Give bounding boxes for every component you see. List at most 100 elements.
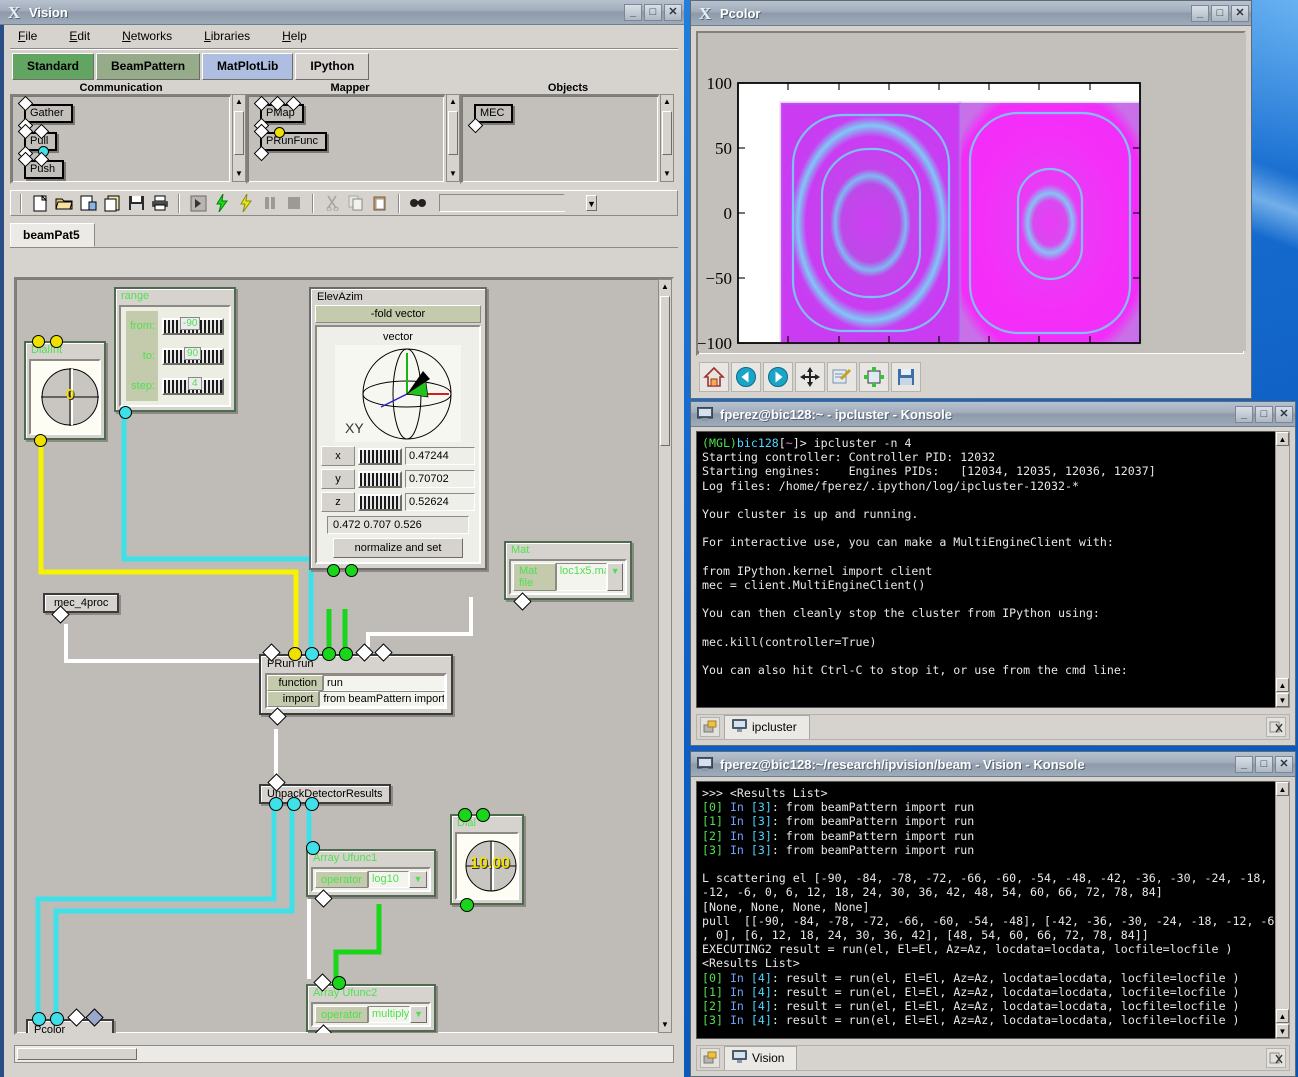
back-arrow-icon[interactable] [731,362,761,392]
konsole1-close-button[interactable]: ✕ [1275,405,1293,423]
new-icon[interactable] [29,193,51,214]
toolbar-search-input[interactable] [440,195,586,211]
prun-function-value[interactable]: run [323,675,445,691]
network-canvas[interactable]: DialInt 0 range from: to: step: -90 90 4… [14,277,674,1035]
vision-maximize-button[interactable]: □ [644,3,662,21]
network-vertical-scrollbar[interactable]: ▲ ▼ [658,279,672,1033]
pcolor-minimize-button[interactable]: _ [1191,4,1209,22]
scroll-up-arrow[interactable]: ▲ [448,96,458,108]
scroll-thumb[interactable] [662,111,672,155]
toolbar-search-combo[interactable]: ▼ [439,194,597,212]
konsole2-close-button[interactable]: ✕ [1275,755,1293,773]
scroll-up-arrow[interactable]: ▲ [1276,432,1289,446]
konsole2-tab-vision[interactable]: Vision [724,1046,798,1070]
menu-help[interactable]: Help [282,29,307,43]
tab-matplotlib[interactable]: MatPlotLib [202,53,294,80]
close-session-icon[interactable] [1266,717,1286,737]
library-node-pmap[interactable]: PMap [253,95,304,134]
konsole1-maximize-button[interactable]: □ [1255,405,1273,423]
range-step-slider[interactable]: 4 [162,376,224,395]
home-icon[interactable] [699,362,729,392]
tab-standard[interactable]: Standard [12,53,95,80]
konsole1-minimize-button[interactable]: _ [1235,405,1253,423]
node-range[interactable]: range from: to: step: -90 90 4 [114,287,236,419]
menu-networks[interactable]: Networks [122,29,172,43]
run-icon[interactable] [211,193,233,214]
configure-subplots-icon[interactable] [859,362,889,392]
elevazim-sphere-widget[interactable]: XY [335,345,461,442]
print-icon[interactable] [149,193,171,214]
library-node-push[interactable]: Push [17,151,65,179]
node-mec4proc[interactable]: mec_4proc [43,593,120,624]
konsole2-minimize-button[interactable]: _ [1235,755,1253,773]
menu-libraries[interactable]: Libraries [204,29,250,43]
scroll-up-arrow[interactable]: ▲ [660,281,670,293]
library-node-gather[interactable]: Gather [17,95,73,134]
konsole2-scrollbar[interactable]: ▲ ▲ ▼ [1275,781,1290,1039]
node-mat[interactable]: Mat Mat file loc1x5.ma ▼ [504,541,632,611]
pcolor-close-button[interactable]: ✕ [1231,4,1249,22]
scroll-up-arrow-2[interactable]: ▲ [1276,678,1289,692]
range-from-slider[interactable]: -90 [162,316,224,335]
library-node-prunfunc[interactable]: PRunFunc [253,123,327,162]
find-icon[interactable] [407,193,429,214]
menu-edit[interactable]: Edit [69,29,90,43]
stop-icon[interactable] [283,193,305,214]
scroll-down-arrow[interactable]: ▼ [234,168,244,180]
open-icon[interactable] [53,193,75,214]
network-horizontal-scrollbar[interactable] [14,1045,674,1063]
library-scrollbar-communication[interactable]: ▲ ▼ [232,94,246,182]
scroll-down-arrow[interactable]: ▼ [662,168,672,180]
library-panel-mapper[interactable]: PMap PRunFunc [246,94,446,184]
elevazim-z-slider[interactable] [358,493,402,511]
node-prun[interactable]: PRun run function run import from beamPa… [259,643,453,726]
range-to-slider[interactable]: 90 [162,346,224,365]
scroll-up-arrow-2[interactable]: ▲ [1276,1009,1289,1023]
normalize-and-set-button[interactable]: normalize and set [333,538,463,558]
scroll-thumb[interactable] [448,111,458,155]
elevazim-x-slider[interactable] [358,447,402,465]
scroll-up-arrow[interactable]: ▲ [234,96,244,108]
mat-file-value[interactable]: loc1x5.ma [555,563,608,591]
cut-icon[interactable] [321,193,343,214]
konsole1-tab-ipcluster[interactable]: ipcluster [724,715,810,739]
node-dial[interactable]: Dial 10.00 [450,808,524,912]
save-figure-icon[interactable] [891,362,921,392]
tab-beampattern[interactable]: BeamPattern [96,53,201,80]
library-panel-communication[interactable]: Gather Pull Push [10,94,232,184]
chevron-down-icon[interactable]: ▼ [409,871,427,888]
ufunc2-operator-value[interactable]: multiply [367,1006,411,1023]
elevazim-y-slider[interactable] [358,470,402,488]
library-scrollbar-mapper[interactable]: ▲ ▼ [446,94,460,182]
matplotlib-figure[interactable]: −200−150 −100−50 0 50 100 150 200 −100−5… [696,31,1246,367]
vision-minimize-button[interactable]: _ [624,3,642,21]
step-icon[interactable] [187,193,209,214]
library-node-pull[interactable]: Pull [17,123,58,162]
network-tab-beampat5[interactable]: beamPat5 [10,223,95,247]
elevazim-z-value[interactable]: 0.52624 [405,493,475,511]
chevron-down-icon[interactable]: ▼ [586,195,597,211]
node-array-ufunc1[interactable]: Array Ufunc1 operator log10 ▼ [306,841,436,908]
scroll-down-arrow[interactable]: ▼ [1276,693,1289,707]
ufunc1-operator-value[interactable]: log10 [367,871,409,888]
save-as-icon[interactable] [77,193,99,214]
konsole1-terminal-output[interactable]: (MGL)bic128[~]> ipcluster -n 4 Starting … [696,431,1290,708]
pan-icon[interactable] [795,362,825,392]
library-scrollbar-objects[interactable]: ▲ ▼ [660,94,674,182]
tab-ipython[interactable]: IPython [295,53,370,80]
elevazim-y-value[interactable]: 0.70702 [405,470,475,488]
node-array-ufunc2[interactable]: Array Ufunc2 operator multiply ▼ [306,973,436,1033]
pause-icon[interactable] [259,193,281,214]
pcolor-maximize-button[interactable]: □ [1211,4,1229,22]
scroll-thumb[interactable] [234,111,244,155]
chevron-down-icon[interactable]: ▼ [410,1006,427,1023]
node-dialint[interactable]: DialInt 0 [24,335,106,447]
copy-icon[interactable] [345,193,367,214]
elevazim-x-value[interactable]: 0.47244 [405,447,475,465]
prun-import-value[interactable]: from beamPattern import r [319,691,445,707]
scroll-down-arrow[interactable]: ▼ [1276,1024,1289,1038]
vision-close-button[interactable]: ✕ [664,3,682,21]
zoom-rect-icon[interactable] [827,362,857,392]
new-session-icon[interactable] [700,717,720,737]
close-session-icon[interactable] [1266,1048,1286,1068]
